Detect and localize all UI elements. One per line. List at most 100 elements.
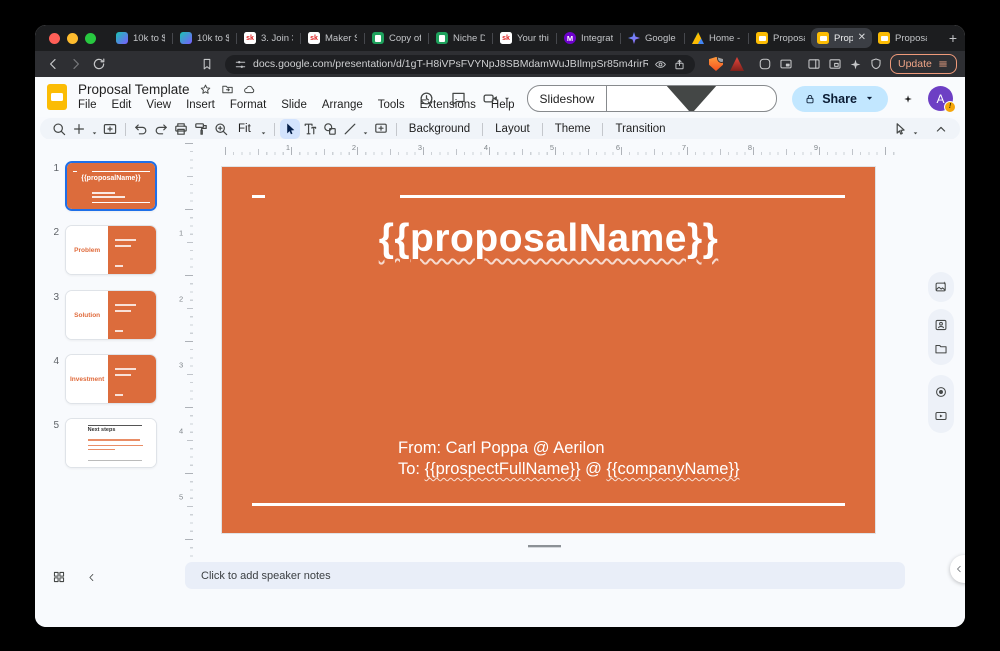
menu-view[interactable]: View: [146, 99, 171, 111]
browser-tab[interactable]: skMaker Sc: [302, 28, 363, 48]
triangle-extension-icon[interactable]: 2: [730, 57, 744, 71]
gemini-sparkle-icon[interactable]: [849, 58, 862, 71]
tab-search-icon[interactable]: [828, 57, 842, 71]
toolbar-button-layout[interactable]: Layout: [488, 123, 537, 135]
google-slides-logo[interactable]: [47, 84, 67, 110]
slide-from-to-textbox[interactable]: From: Carl Poppa @ Aerilon To: {{prospec…: [398, 438, 739, 480]
toolbar-button-fit[interactable]: Fit: [231, 123, 258, 135]
update-browser-button[interactable]: Update: [890, 54, 957, 74]
zoom-in-icon[interactable]: [211, 119, 231, 139]
reload-button[interactable]: [91, 56, 107, 72]
slideshow-button[interactable]: Slideshow: [527, 85, 778, 112]
menu-edit[interactable]: Edit: [112, 99, 132, 111]
browser-tab[interactable]: Google C: [622, 28, 683, 48]
document-title[interactable]: Proposal Template: [78, 82, 190, 97]
folder-icon[interactable]: [934, 342, 948, 356]
record-icon[interactable]: [934, 385, 948, 399]
slideshow-dropdown-icon[interactable]: [607, 85, 776, 112]
minimize-window-button[interactable]: [67, 33, 78, 44]
redo-icon[interactable]: [151, 119, 171, 139]
browser-tab[interactable]: Proposal: [872, 28, 933, 48]
document-status-cloud-icon[interactable]: [243, 83, 256, 96]
paint-icon[interactable]: [191, 119, 211, 139]
toolbar-button-background[interactable]: Background: [402, 123, 477, 135]
menu-slide[interactable]: Slide: [281, 99, 307, 111]
menu-format[interactable]: Format: [230, 99, 266, 111]
line-icon[interactable]: [340, 119, 360, 139]
search-icon[interactable]: [49, 119, 69, 139]
undo-icon[interactable]: [131, 119, 151, 139]
zoom-window-button[interactable]: [85, 33, 96, 44]
privacy-shield-icon[interactable]: [869, 57, 883, 71]
slide-canvas[interactable]: {{proposalName}} From: Carl Poppa @ Aeri…: [222, 167, 875, 533]
collapse-filmstrip-icon[interactable]: [86, 572, 97, 583]
contacts-icon[interactable]: [934, 318, 948, 332]
chevron-down-icon[interactable]: [259, 125, 268, 134]
close-tab-icon[interactable]: ✕: [858, 33, 866, 43]
laser-icon[interactable]: [890, 119, 910, 139]
browser-tab[interactable]: Niche Di: [430, 28, 491, 48]
browser-tab-active[interactable]: Prop✕: [811, 28, 872, 48]
forward-button[interactable]: [68, 56, 84, 72]
browser-tab[interactable]: Copy of I: [366, 28, 427, 48]
side-panel-icon[interactable]: [807, 57, 821, 71]
menu-insert[interactable]: Insert: [186, 99, 215, 111]
avatar[interactable]: A !: [928, 86, 953, 111]
chevron-down-icon[interactable]: [90, 125, 99, 134]
notes-resize-handle[interactable]: [528, 545, 561, 548]
camera-box-icon[interactable]: [934, 409, 948, 423]
share-button[interactable]: Share: [792, 86, 888, 112]
comment-plus-icon[interactable]: [371, 119, 391, 139]
browser-tab[interactable]: sk3. Join 3: [238, 28, 299, 48]
gemini-button-icon[interactable]: [903, 91, 913, 107]
textbox-icon[interactable]: [300, 119, 320, 139]
slide-thumbnail-2[interactable]: Problem: [65, 225, 157, 275]
image-sparkle-icon[interactable]: [934, 280, 948, 294]
slide-thumbnail-5[interactable]: Next steps: [65, 418, 157, 468]
toolbar-button-transition[interactable]: Transition: [608, 123, 672, 135]
site-settings-icon[interactable]: [234, 58, 247, 71]
browser-tab[interactable]: MIntegratio: [558, 28, 619, 48]
menu-arrange[interactable]: Arrange: [322, 99, 363, 111]
slide-thumbnail-3[interactable]: Solution: [65, 290, 157, 340]
new-tab-button[interactable]: +: [949, 30, 957, 46]
menu-file[interactable]: File: [78, 99, 97, 111]
share-dropdown-icon[interactable]: [863, 92, 876, 105]
browser-tab[interactable]: 10k to $1: [110, 28, 171, 48]
star-icon[interactable]: [199, 83, 212, 96]
adblock-extension-icon[interactable]: [709, 57, 723, 71]
chevron-up-icon[interactable]: [931, 119, 951, 139]
app-window-icon[interactable]: [758, 57, 772, 71]
grid-view-icon[interactable]: [52, 570, 66, 584]
move-to-folder-icon[interactable]: [221, 83, 234, 96]
slide-thumbnail-4[interactable]: Investment: [65, 354, 157, 404]
slide-thumbnail-1[interactable]: {{proposalName}}: [65, 161, 157, 211]
chevron-down-icon[interactable]: [911, 125, 920, 134]
browser-tab[interactable]: 10k to $1: [174, 28, 235, 48]
picture-in-picture-icon[interactable]: [779, 57, 793, 71]
toolbar-button-theme[interactable]: Theme: [548, 123, 598, 135]
preview-icon[interactable]: [654, 58, 667, 71]
new-slide-icon[interactable]: [100, 119, 120, 139]
browser-tab[interactable]: skYour thir: [494, 28, 555, 48]
expand-side-panel-button[interactable]: [950, 555, 965, 583]
address-bar[interactable]: docs.google.com/presentation/d/1gT-H8iVP…: [225, 55, 695, 74]
plus-icon[interactable]: [69, 119, 89, 139]
version-history-icon[interactable]: [418, 90, 435, 107]
comments-icon[interactable]: [450, 90, 467, 107]
shapes-icon[interactable]: [320, 119, 340, 139]
menu-tools[interactable]: Tools: [378, 99, 405, 111]
share-page-icon[interactable]: [673, 58, 686, 71]
meet-button[interactable]: [482, 90, 512, 107]
browser-tab[interactable]: Proposal: [750, 28, 811, 48]
print-icon[interactable]: [171, 119, 191, 139]
bookmark-icon[interactable]: [200, 57, 214, 71]
slide-top-rule: [400, 195, 845, 198]
cursor-icon[interactable]: [280, 119, 300, 139]
close-window-button[interactable]: [49, 33, 60, 44]
slide-title[interactable]: {{proposalName}}: [222, 217, 875, 261]
back-button[interactable]: [45, 56, 61, 72]
speaker-notes-bar[interactable]: Click to add speaker notes: [185, 562, 905, 589]
chevron-down-icon[interactable]: [361, 125, 370, 134]
browser-tab[interactable]: Home - C: [686, 28, 747, 48]
